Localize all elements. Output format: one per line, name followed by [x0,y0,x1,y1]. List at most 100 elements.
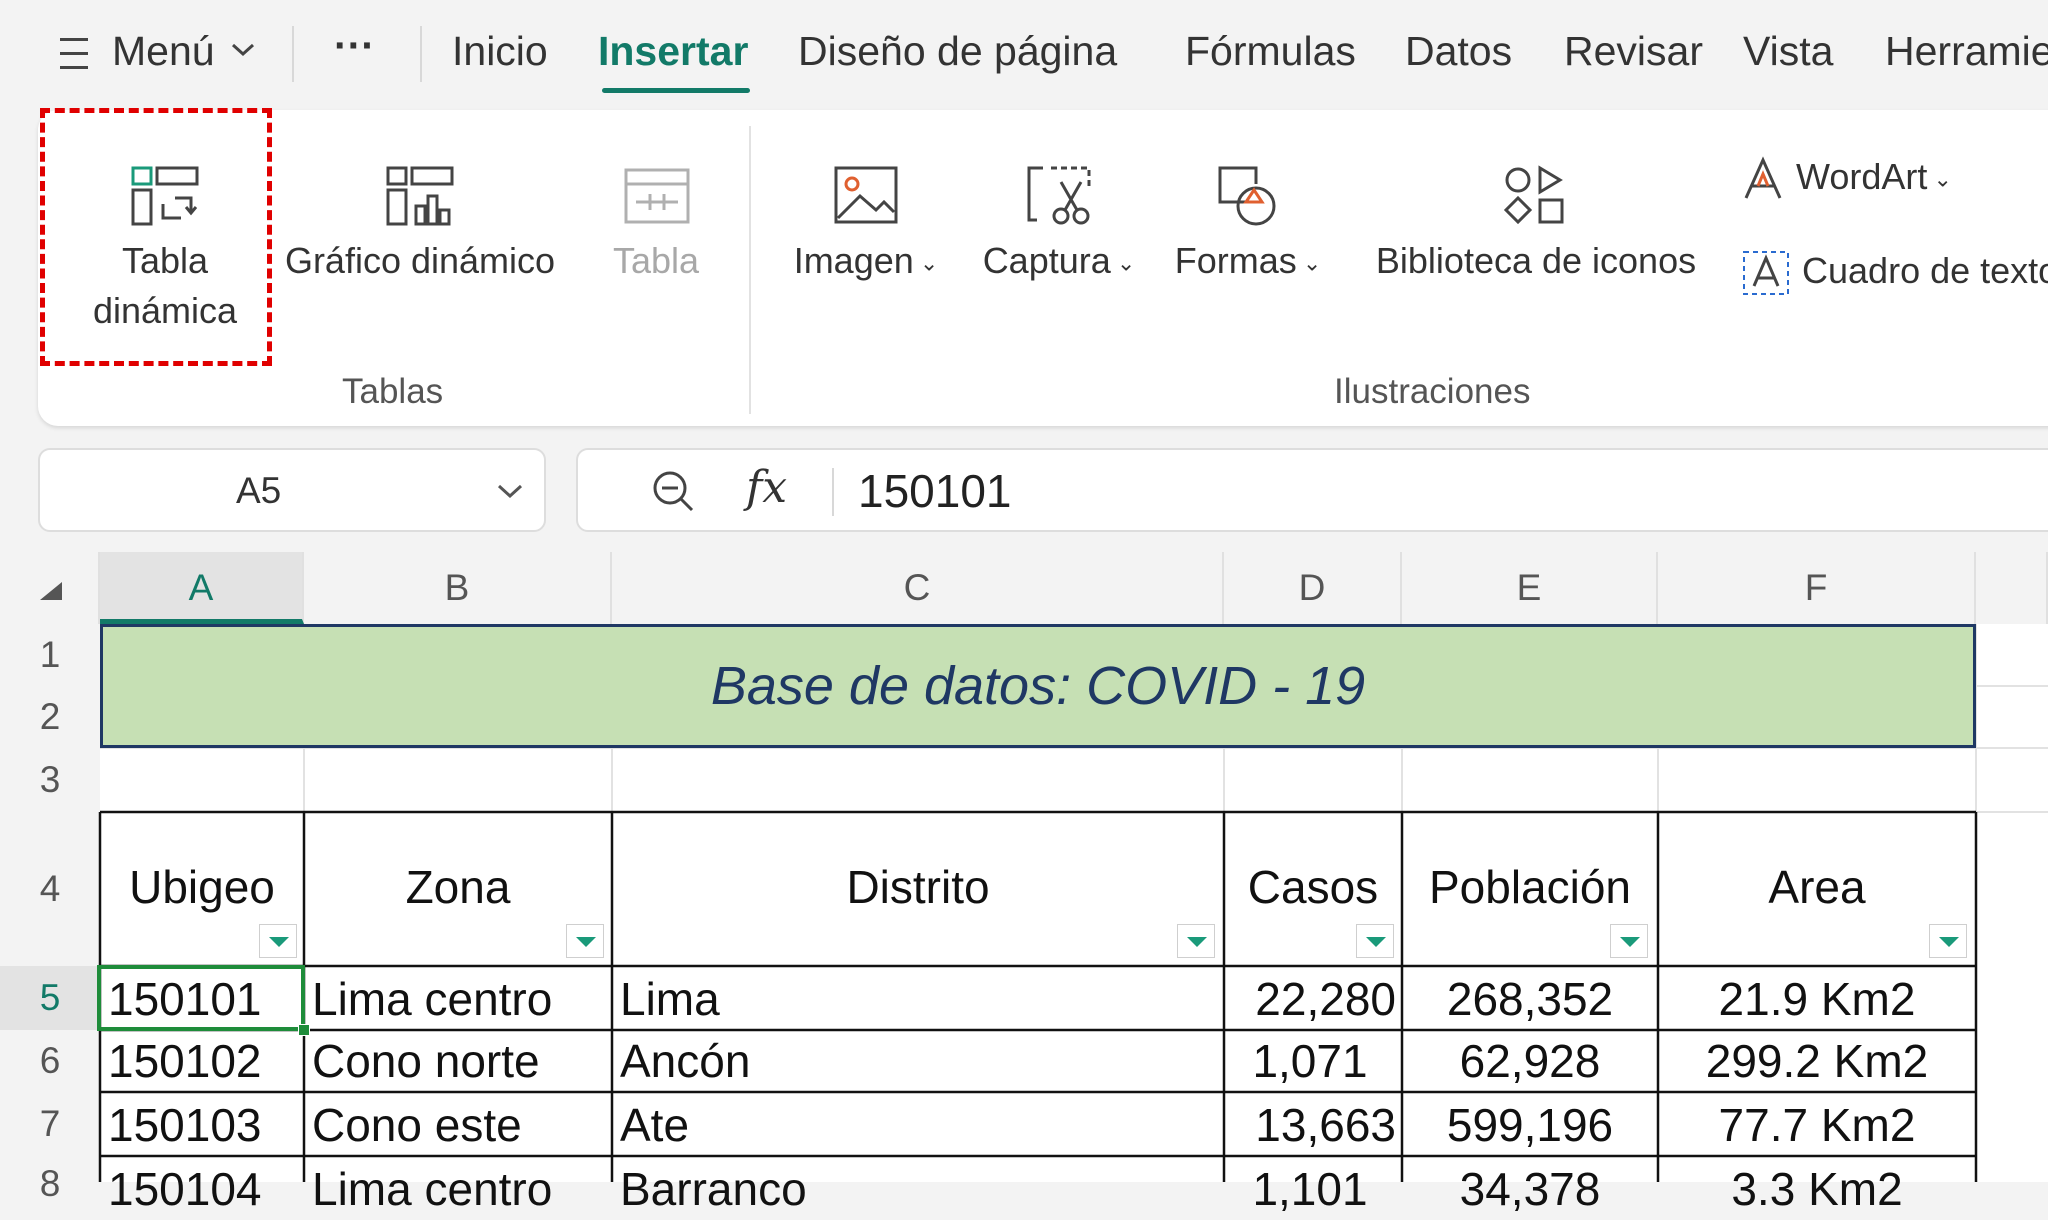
chevron-down-icon[interactable] [230,42,256,63]
separator [832,468,834,516]
pivot-chart-icon [384,164,456,228]
tab-inicio[interactable]: Inicio [452,28,548,75]
cell-f8[interactable]: 3.3 Km2 [1658,1158,1976,1220]
column-header-c[interactable]: C [612,552,1224,624]
wordart-icon [1740,156,1786,202]
cell-b5[interactable]: Lima centro [312,968,608,1030]
column-header-g[interactable] [1976,552,2048,624]
cell-e8[interactable]: 34,378 [1402,1158,1658,1220]
select-all-corner[interactable] [0,552,100,624]
hamburger-icon[interactable] [60,36,88,72]
table-icon [620,164,692,228]
image-button[interactable]: Imagen ⌄ [780,160,952,288]
cell-c5[interactable]: Lima [620,968,1220,1030]
header-distrito[interactable]: Distrito [612,860,1224,914]
column-header-b[interactable]: B [304,552,612,624]
table-button[interactable]: Tabla [596,160,716,286]
active-cell-selection [97,965,305,1031]
chevron-down-icon: ⌄ [1110,250,1136,276]
icon-library-icon [1500,164,1572,228]
shapes-label: Formas [1174,240,1297,281]
more-button[interactable]: ··· [334,22,375,69]
shapes-icon [1212,164,1284,228]
cell-a8[interactable]: 150104 [108,1158,298,1220]
cell-b8[interactable]: Lima centro [312,1158,608,1220]
tab-formulas[interactable]: Fórmulas [1185,28,1356,75]
cell-c6[interactable]: Ancón [620,1030,1220,1092]
chevron-down-icon[interactable] [496,482,524,505]
header-casos[interactable]: Casos [1224,860,1402,914]
cell-e7[interactable]: 599,196 [1402,1094,1658,1156]
shapes-button[interactable]: Formas ⌄ [1168,160,1328,288]
cell-d8[interactable]: 1,101 [1224,1158,1396,1220]
sheet-title[interactable]: Base de datos: COVID - 19 [100,624,1976,748]
formula-bar[interactable]: fx 150101 [576,448,2048,532]
column-header-f[interactable]: F [1658,552,1976,624]
tab-vista[interactable]: Vista [1743,28,1833,75]
image-icon [830,164,902,228]
chevron-down-icon: ⌄ [1927,166,1952,192]
menu-button[interactable]: Menú [112,28,215,75]
row-header-2[interactable]: 2 [0,686,100,748]
cell-b7[interactable]: Cono este [312,1094,608,1156]
cell-e5[interactable]: 268,352 [1402,968,1658,1030]
cell-c7[interactable]: Ate [620,1094,1220,1156]
textbox-icon [1740,248,1792,298]
textbox-button[interactable]: Cuadro de texto [1740,246,2048,298]
row-header-8[interactable]: 8 [0,1156,100,1204]
column-header-a[interactable]: A [100,552,304,624]
header-poblacion[interactable]: Población [1402,860,1658,914]
group-label-ilustraciones: Ilustraciones [1334,372,1531,411]
filter-dropdown-icon[interactable] [1177,924,1215,958]
cell-f5[interactable]: 21.9 Km2 [1658,968,1976,1030]
column-header-e[interactable]: E [1402,552,1658,624]
tab-insertar[interactable]: Insertar [598,28,748,75]
wordart-button[interactable]: WordArt ⌄ [1740,152,2040,204]
icon-library-label: Biblioteca de iconos [1375,240,1697,281]
filter-dropdown-icon[interactable] [259,924,297,958]
filter-dropdown-icon[interactable] [1929,924,1967,958]
name-box[interactable]: A5 [38,448,546,532]
fx-icon[interactable]: fx [746,462,787,513]
filter-dropdown-icon[interactable] [1610,924,1648,958]
row-header-6[interactable]: 6 [0,1030,100,1092]
group-label-tablas: Tablas [342,372,444,411]
cell-a7[interactable]: 150103 [108,1094,298,1156]
capture-button[interactable]: Captura ⌄ [974,160,1144,288]
cell-f6[interactable]: 299.2 Km2 [1658,1030,1976,1092]
row-header-3[interactable]: 3 [0,748,100,812]
header-area[interactable]: Area [1658,860,1976,914]
cell-d6[interactable]: 1,071 [1224,1030,1396,1092]
tab-herramientas[interactable]: Herramientas [1885,28,2048,75]
pivot-table-highlight [40,108,272,366]
header-zona[interactable]: Zona [304,860,612,914]
cell-f7[interactable]: 77.7 Km2 [1658,1094,1976,1156]
fill-handle[interactable] [298,1024,310,1036]
tab-revisar[interactable]: Revisar [1564,28,1703,75]
cell-a6[interactable]: 150102 [108,1030,298,1092]
zoom-out-icon[interactable] [650,468,696,519]
filter-dropdown-icon[interactable] [566,924,604,958]
row-header-4[interactable]: 4 [0,812,100,966]
filter-dropdown-icon[interactable] [1356,924,1394,958]
pivot-chart-button[interactable]: Gráfico dinámico [274,160,566,286]
active-tab-indicator [602,88,750,93]
scissors-icon [1023,164,1095,228]
row-header-5[interactable]: 5 [0,966,100,1030]
textbox-label: Cuadro de texto [1802,250,2048,291]
formula-value[interactable]: 150101 [858,464,1012,518]
icon-library-button[interactable]: Biblioteca de iconos [1358,160,1714,286]
cell-d7[interactable]: 13,663 [1224,1094,1396,1156]
header-ubigeo[interactable]: Ubigeo [100,860,304,914]
column-header-d[interactable]: D [1224,552,1402,624]
tab-datos[interactable]: Datos [1405,28,1512,75]
cell-b6[interactable]: Cono norte [312,1030,608,1092]
cell-d5[interactable]: 22,280 [1224,968,1396,1030]
row-header-7[interactable]: 7 [0,1092,100,1156]
group-separator [749,126,751,414]
chevron-down-icon: ⌄ [1296,250,1322,276]
row-header-1[interactable]: 1 [0,624,100,686]
cell-e6[interactable]: 62,928 [1402,1030,1658,1092]
tab-diseno-de-pagina[interactable]: Diseño de página [798,28,1117,75]
cell-c8[interactable]: Barranco [620,1158,1220,1220]
